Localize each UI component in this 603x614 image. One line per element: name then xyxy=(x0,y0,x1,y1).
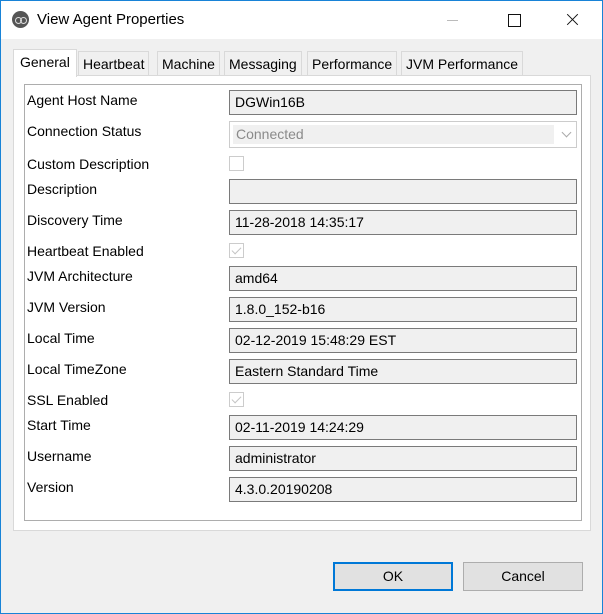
start-time-label: Start Time xyxy=(27,417,91,433)
local-timezone-label: Local TimeZone xyxy=(27,361,127,377)
tab-general[interactable]: General xyxy=(13,49,77,77)
custom-description-label: Custom Description xyxy=(27,156,150,172)
title-bar[interactable]: View Agent Properties xyxy=(1,1,602,39)
username-label: Username xyxy=(27,448,92,464)
tab-machine[interactable]: Machine xyxy=(157,51,220,76)
minimize-button[interactable] xyxy=(429,1,475,39)
view-agent-properties-dialog: View Agent Properties General Heartbeat … xyxy=(0,0,603,614)
ssl-enabled-label: SSL Enabled xyxy=(27,392,109,408)
agent-host-name-field[interactable]: DGWin16B xyxy=(229,90,577,115)
heartbeat-enabled-label: Heartbeat Enabled xyxy=(27,243,144,259)
version-label: Version xyxy=(27,479,74,495)
tab-heartbeat[interactable]: Heartbeat xyxy=(78,51,150,76)
tab-performance[interactable]: Performance xyxy=(307,51,398,76)
tab-jvm-performance[interactable]: JVM Performance xyxy=(401,51,524,76)
connection-status-dropdown[interactable]: Connected xyxy=(229,121,577,148)
ok-button[interactable]: OK xyxy=(333,562,453,591)
maximize-button[interactable] xyxy=(492,1,538,39)
connection-status-value: Connected xyxy=(233,125,554,144)
discovery-time-field[interactable]: 11-28-2018 14:35:17 xyxy=(229,210,577,235)
app-icon xyxy=(12,11,29,28)
custom-description-checkbox[interactable] xyxy=(229,156,244,171)
start-time-field[interactable]: 02-11-2019 14:24:29 xyxy=(229,415,577,440)
local-time-field[interactable]: 02-12-2019 15:48:29 EST xyxy=(229,328,577,353)
discovery-time-label: Discovery Time xyxy=(27,212,123,228)
jvm-version-label: JVM Version xyxy=(27,299,106,315)
local-timezone-field[interactable]: Eastern Standard Time xyxy=(229,359,577,384)
description-field[interactable] xyxy=(229,179,577,204)
jvm-architecture-label: JVM Architecture xyxy=(27,268,133,284)
ssl-enabled-checkbox[interactable] xyxy=(229,392,244,407)
username-field[interactable]: administrator xyxy=(229,446,577,471)
window-title: View Agent Properties xyxy=(37,11,185,28)
heartbeat-enabled-checkbox[interactable] xyxy=(229,243,244,258)
jvm-version-field[interactable]: 1.8.0_152-b16 xyxy=(229,297,577,322)
close-button[interactable] xyxy=(549,1,595,39)
cancel-button[interactable]: Cancel xyxy=(463,562,583,591)
chevron-down-icon xyxy=(561,127,572,138)
version-field[interactable]: 4.3.0.20190208 xyxy=(229,477,577,502)
agent-host-name-label: Agent Host Name xyxy=(27,92,138,108)
connection-status-label: Connection Status xyxy=(27,123,142,139)
jvm-architecture-field[interactable]: amd64 xyxy=(229,266,577,291)
description-label: Description xyxy=(27,181,98,197)
tab-messaging[interactable]: Messaging xyxy=(224,51,302,76)
local-time-label: Local Time xyxy=(27,330,95,346)
